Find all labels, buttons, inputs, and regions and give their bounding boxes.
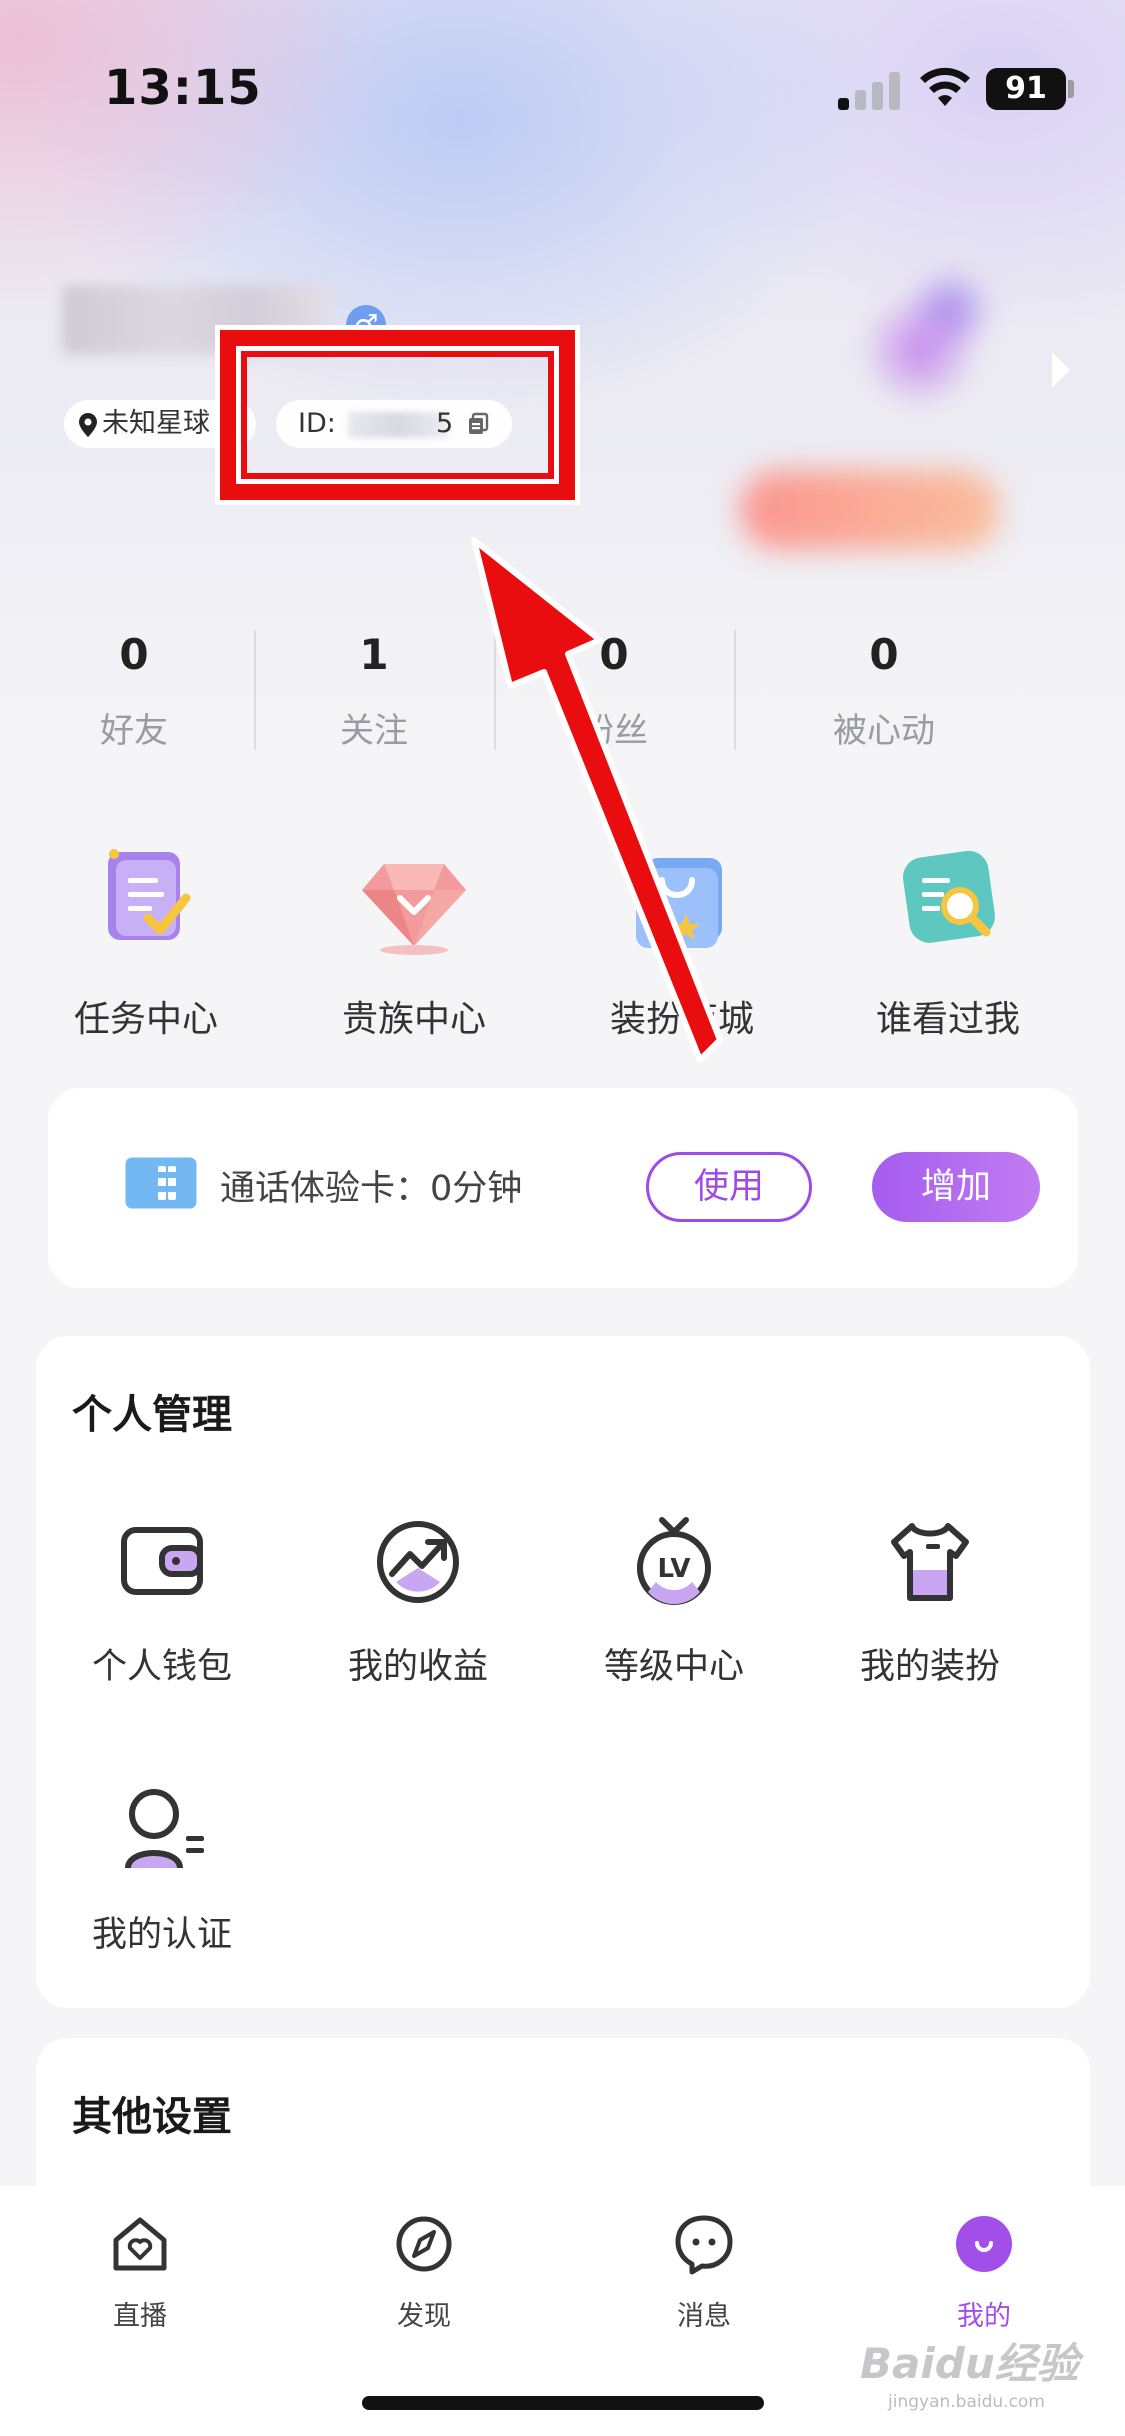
tab-label: 发现 xyxy=(397,2301,451,2332)
wallet-icon xyxy=(121,1527,203,1595)
tab-live[interactable]: 直播 xyxy=(50,2212,230,2333)
tab-messages[interactable]: 消息 xyxy=(614,2212,794,2333)
section-title: 其他设置 xyxy=(72,2094,232,2140)
mgmt-verification[interactable]: 我的认证 xyxy=(42,1782,282,1957)
task-icon xyxy=(108,849,191,940)
cellular-signal-icon xyxy=(838,70,902,110)
tab-mine[interactable]: 我的 xyxy=(894,2212,1074,2333)
call-experience-card: 通话体验卡：0分钟 使用 增加 xyxy=(48,1088,1078,1288)
location-text: 未知星球 xyxy=(102,408,210,439)
stat-liked-by[interactable]: 0 被心动 xyxy=(764,630,1004,752)
avatar-tag-blurred xyxy=(740,470,1000,550)
status-time: 13:15 xyxy=(104,60,262,116)
watermark-logo: Baidu经验 xyxy=(860,2339,1079,2388)
stat-following[interactable]: 1 关注 xyxy=(254,630,494,752)
annotation-highlight-inner xyxy=(236,346,559,484)
stat-value: 1 xyxy=(359,630,389,679)
feature-who-viewed-me[interactable]: 谁看过我 xyxy=(838,840,1058,1042)
call-card-icon xyxy=(122,1154,200,1212)
mgmt-label: 个人钱包 xyxy=(91,1647,232,1687)
add-button[interactable]: 增加 xyxy=(872,1152,1040,1222)
stat-label: 关注 xyxy=(340,711,408,751)
use-button[interactable]: 使用 xyxy=(646,1152,812,1222)
section-title: 个人管理 xyxy=(72,1392,232,1438)
mgmt-label: 等级中心 xyxy=(603,1647,744,1687)
mgmt-label: 我的认证 xyxy=(91,1915,232,1955)
stat-friends[interactable]: 0 好友 xyxy=(14,630,254,752)
mgmt-label: 我的收益 xyxy=(347,1647,488,1687)
tab-label: 消息 xyxy=(677,2301,731,2332)
battery-tip xyxy=(1068,80,1074,98)
status-bar: 13:15 91 xyxy=(0,0,1125,170)
magnifier-icon xyxy=(903,850,995,943)
mgmt-earnings[interactable]: 我的收益 xyxy=(298,1514,538,1689)
avatar-blurred[interactable] xyxy=(800,250,1040,450)
battery-indicator: 91 xyxy=(986,68,1066,110)
chat-icon xyxy=(675,2215,733,2275)
compass-icon xyxy=(396,2216,452,2272)
stat-value: 0 xyxy=(119,630,149,679)
wifi-icon xyxy=(920,67,970,106)
tab-label: 直播 xyxy=(113,2301,167,2332)
tab-discover[interactable]: 发现 xyxy=(334,2212,514,2333)
diamond-icon xyxy=(362,864,466,955)
profile-smile-icon xyxy=(956,2216,1012,2272)
verify-user-icon xyxy=(125,1789,204,1869)
location-pin-icon xyxy=(79,412,97,437)
feature-label: 谁看过我 xyxy=(875,999,1020,1040)
mgmt-level-center[interactable]: LV 等级中心 xyxy=(554,1514,794,1689)
level-icon: LV xyxy=(637,1517,711,1605)
home-heart-icon xyxy=(113,2217,167,2271)
home-indicator[interactable] xyxy=(362,2396,764,2410)
call-card-text: 通话体验卡：0分钟 xyxy=(220,1169,523,1209)
mgmt-wallet[interactable]: 个人钱包 xyxy=(42,1514,282,1689)
feature-task-center[interactable]: 任务中心 xyxy=(36,840,256,1042)
stat-value: 0 xyxy=(869,630,899,679)
trend-icon xyxy=(377,1521,459,1603)
svg-text:LV: LV xyxy=(657,1554,690,1584)
shirt-icon xyxy=(891,1523,969,1601)
stat-label: 好友 xyxy=(100,711,168,751)
watermark-url: jingyan.baidu.com xyxy=(888,2392,1045,2412)
annotation-arrow-icon xyxy=(471,537,723,1063)
chevron-right-icon[interactable] xyxy=(1050,350,1072,390)
mgmt-label: 我的装扮 xyxy=(859,1647,1000,1687)
feature-label: 任务中心 xyxy=(73,999,218,1040)
mgmt-my-dressup[interactable]: 我的装扮 xyxy=(810,1514,1050,1689)
personal-management-card: 个人管理 个人钱包 我的收益 LV 等级中心 我的装扮 我的认证 xyxy=(36,1336,1090,2008)
tab-label: 我的 xyxy=(957,2301,1011,2332)
stat-label: 被心动 xyxy=(833,711,935,751)
